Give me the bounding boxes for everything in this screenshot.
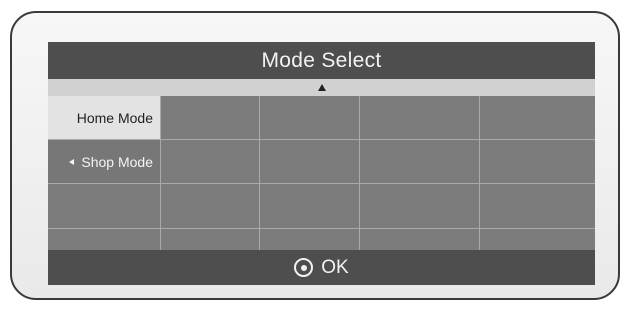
mode-option-home[interactable]: Home Mode xyxy=(48,96,161,140)
grid-cell xyxy=(161,96,260,140)
grid-cell xyxy=(360,140,480,184)
grid-cell xyxy=(480,96,595,140)
grid-cell xyxy=(360,184,480,229)
mode-option-shop[interactable]: Shop Mode xyxy=(48,140,161,184)
grid-cell xyxy=(161,140,260,184)
empty-mode-slot xyxy=(48,184,161,229)
grid-cell xyxy=(260,96,360,140)
mode-option-label: Home Mode xyxy=(76,109,153,126)
mode-select-dialog: Mode Select Home Mode Shop Mode xyxy=(48,42,595,285)
triangle-up-icon xyxy=(317,84,326,91)
triangle-left-icon xyxy=(69,158,75,165)
grid-cell xyxy=(360,96,480,140)
scroll-up-button[interactable] xyxy=(48,79,595,96)
dialog-title: Mode Select xyxy=(48,42,595,79)
grid-cell xyxy=(260,184,360,229)
mode-option-label: Shop Mode xyxy=(81,153,153,170)
grid-cell xyxy=(480,140,595,184)
grid-cell xyxy=(161,184,260,229)
ok-button[interactable]: OK xyxy=(48,250,595,285)
grid-cell xyxy=(480,184,595,229)
ok-circle-dot xyxy=(300,264,307,271)
ok-label: OK xyxy=(321,256,349,278)
ok-circle-icon xyxy=(294,258,314,277)
mode-grid: Home Mode Shop Mode xyxy=(48,96,595,268)
grid-cell xyxy=(260,140,360,184)
